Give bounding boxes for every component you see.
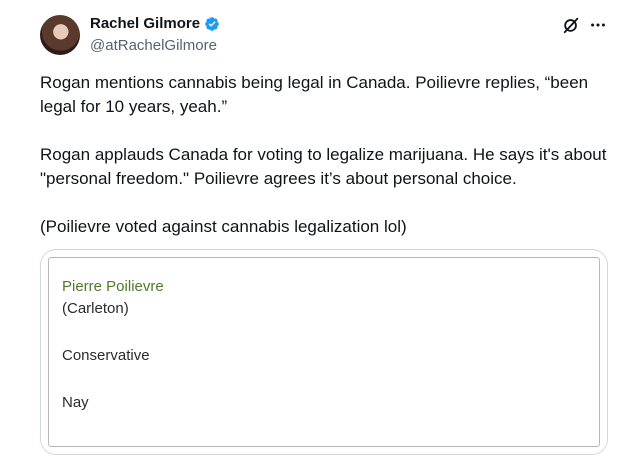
member-vote: Nay <box>62 394 89 411</box>
tweet-paragraph: (Poilievre voted against cannabis legali… <box>40 217 407 236</box>
tweet-text: Rogan mentions cannabis being legal in C… <box>40 71 610 239</box>
tweet-paragraph: Rogan mentions cannabis being legal in C… <box>40 73 589 116</box>
more-options-icon[interactable] <box>589 16 607 34</box>
verified-badge-icon <box>205 16 219 31</box>
grok-icon[interactable] <box>562 16 580 34</box>
avatar[interactable] <box>40 15 80 55</box>
author-name[interactable]: Rachel Gilmore <box>90 15 200 32</box>
member-riding: (Carleton) <box>62 300 129 317</box>
member-party: Conservative <box>62 347 150 364</box>
member-name: Pierre Poilievre <box>62 278 164 295</box>
vote-record-card: Pierre Poilievre (Carleton) Conservative… <box>48 257 600 447</box>
tweet-media-image[interactable]: Pierre Poilievre (Carleton) Conservative… <box>40 249 608 455</box>
tweet-paragraph: Rogan applauds Canada for voting to lega… <box>40 145 607 188</box>
author-handle[interactable]: @atRachelGilmore <box>90 37 217 54</box>
author-name-row: Rachel Gilmore <box>90 15 220 32</box>
